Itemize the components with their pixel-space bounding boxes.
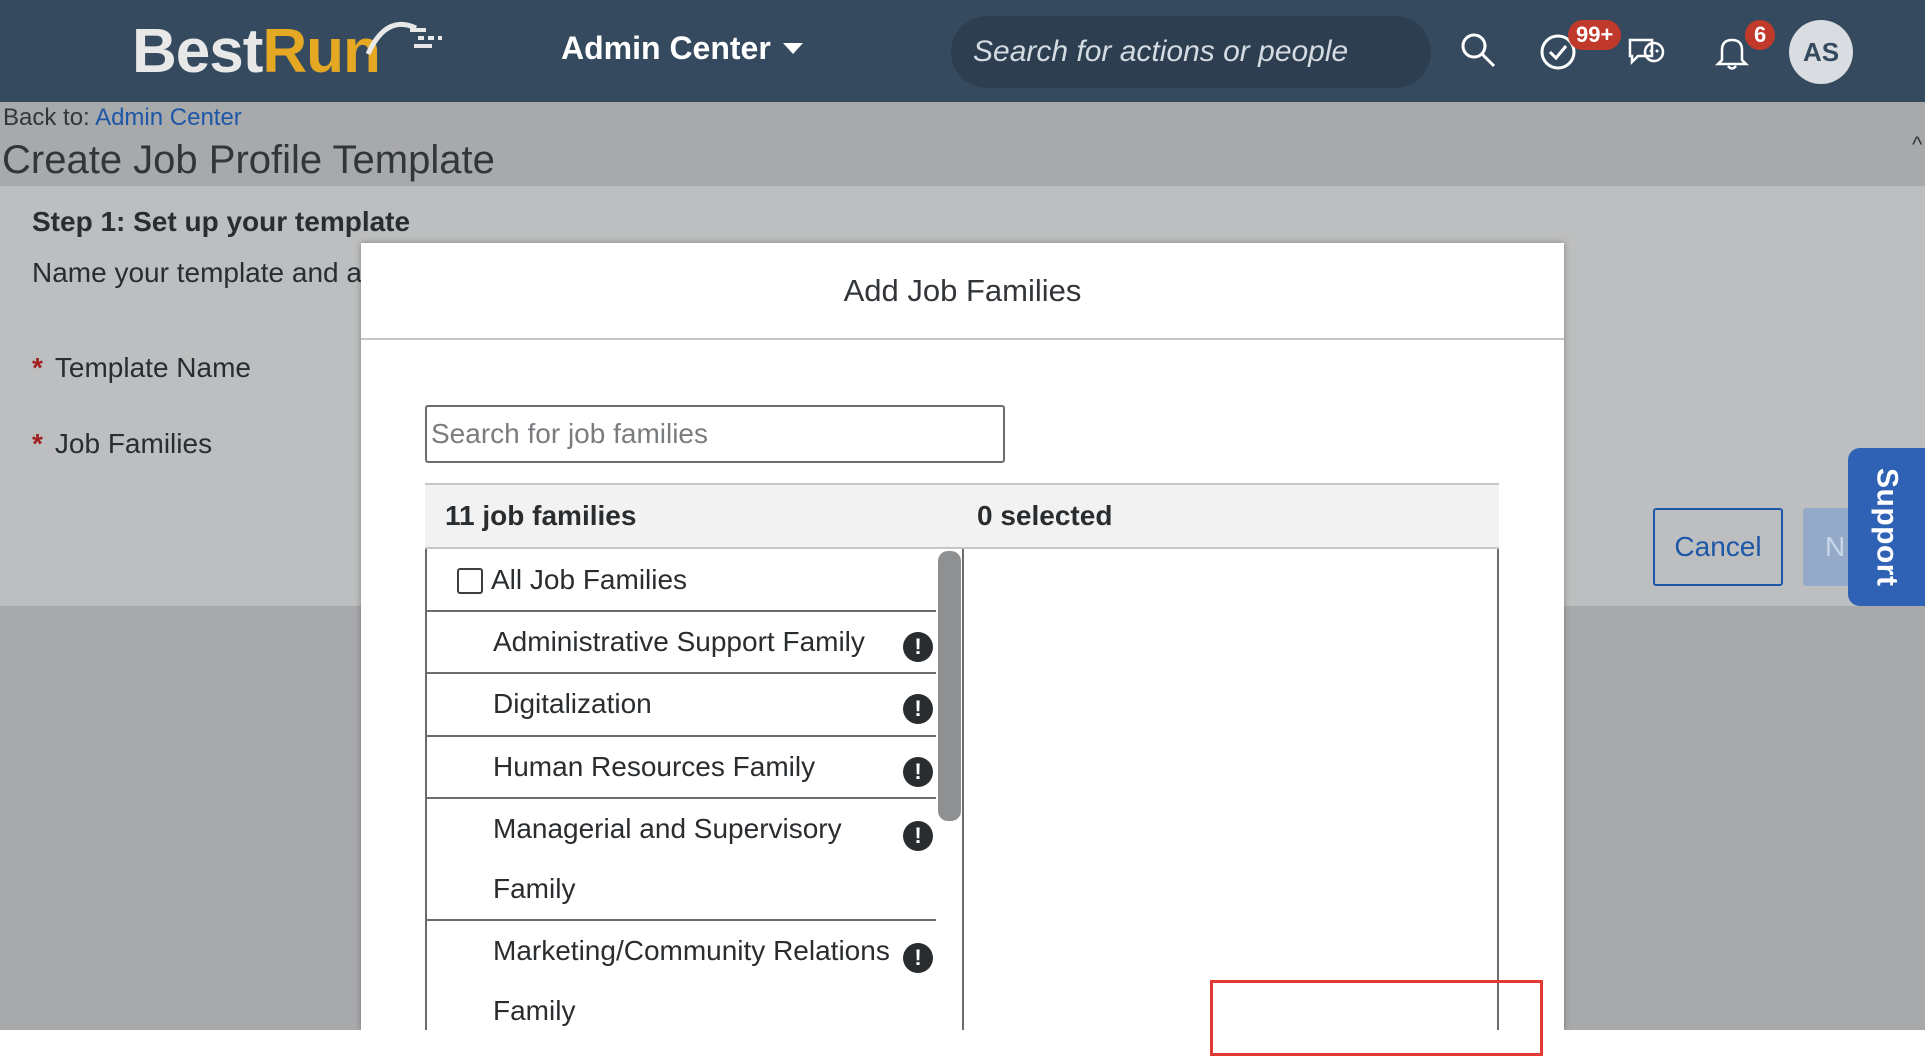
job-families-label-text: Job Families: [54, 428, 213, 459]
required-marker: *: [32, 352, 43, 383]
job-family-list: All Job Families Administrative Support …: [425, 549, 962, 1030]
global-search-input[interactable]: Search for actions or people: [951, 16, 1431, 88]
warning-icon: !: [903, 694, 933, 724]
all-job-families-row[interactable]: All Job Families: [427, 549, 939, 612]
selected-count: 0 selected: [977, 500, 1113, 531]
required-marker: *: [32, 428, 43, 459]
user-avatar[interactable]: AS: [1789, 20, 1853, 84]
list-item[interactable]: Digitalization !: [427, 674, 939, 737]
list-item-label: Administrative Support Family: [493, 626, 865, 657]
back-to-prefix: Back to:: [3, 104, 90, 131]
bestrun-logo[interactable]: Best Run: [132, 14, 446, 90]
search-icon[interactable]: [1458, 30, 1498, 70]
list-item-label: Human Resources Family: [493, 751, 816, 782]
list-item[interactable]: Marketing/Community Relations Family !: [427, 921, 939, 1030]
list-item-label-line2: Family: [493, 873, 576, 904]
feedback-chat-icon[interactable]: [1626, 34, 1666, 74]
collapse-caret-icon[interactable]: ^: [1912, 132, 1922, 158]
list-item-label: Marketing/Community Relations: [493, 935, 890, 966]
support-tab[interactable]: Support: [1848, 448, 1925, 606]
template-name-label-text: Template Name: [54, 352, 251, 383]
all-job-families-checkbox[interactable]: [457, 568, 483, 594]
warning-icon: !: [903, 821, 933, 851]
step-description: Name your template and a: [32, 257, 362, 288]
selected-job-families-pane: [964, 549, 1499, 1030]
list-item[interactable]: Administrative Support Family !: [427, 612, 939, 674]
dialog-header: Add Job Families: [361, 243, 1564, 340]
chevron-down-icon: [782, 42, 803, 54]
list-item[interactable]: Human Resources Family !: [427, 737, 939, 799]
job-family-count: 11 job families: [445, 500, 637, 531]
notification-badge: 6: [1745, 20, 1776, 50]
warning-icon: !: [903, 757, 933, 787]
bottom-strip: [0, 1030, 1925, 1056]
page-title: Create Job Profile Template: [2, 138, 495, 182]
logo-best-text: Best: [132, 17, 263, 86]
list-scrollbar-thumb[interactable]: [938, 551, 961, 821]
list-item-label-line2: Family: [493, 995, 576, 1026]
add-job-families-dialog: Add Job Families 11 job families 0 selec…: [361, 243, 1564, 1030]
logo-run-text: Run: [262, 17, 381, 86]
job-family-search-input[interactable]: [425, 405, 1005, 463]
list-header: 11 job families 0 selected: [425, 483, 1499, 549]
cancel-button[interactable]: Cancel: [1653, 508, 1783, 586]
warning-icon: !: [903, 632, 933, 662]
list-item[interactable]: Managerial and Supervisory Family !: [427, 799, 939, 921]
step-title: Step 1: Set up your template: [32, 206, 411, 237]
global-search-placeholder: Search for actions or people: [973, 35, 1349, 68]
job-families-label: * Job Families: [32, 428, 212, 460]
support-label: Support: [1870, 467, 1904, 587]
shell-bar: Best Run Admin Center Search for actions …: [0, 0, 1925, 102]
logo-swoosh-icon: [365, 21, 442, 56]
admin-center-menu[interactable]: Admin Center: [561, 30, 803, 67]
all-job-families-label: All Job Families: [491, 564, 688, 595]
warning-icon: !: [903, 943, 933, 973]
list-item-label: Managerial and Supervisory: [493, 813, 842, 844]
dialog-title: Add Job Families: [843, 272, 1082, 308]
list-item-label: Digitalization: [493, 688, 652, 719]
template-name-label: * Template Name: [32, 352, 251, 384]
todo-badge: 99+: [1568, 20, 1622, 50]
admin-center-label: Admin Center: [561, 30, 771, 66]
back-to-admin-center-link[interactable]: Admin Center: [95, 104, 242, 131]
breadcrumb: Back to: Admin Center: [3, 104, 242, 132]
annotation-highlight-box: [1210, 980, 1543, 1056]
